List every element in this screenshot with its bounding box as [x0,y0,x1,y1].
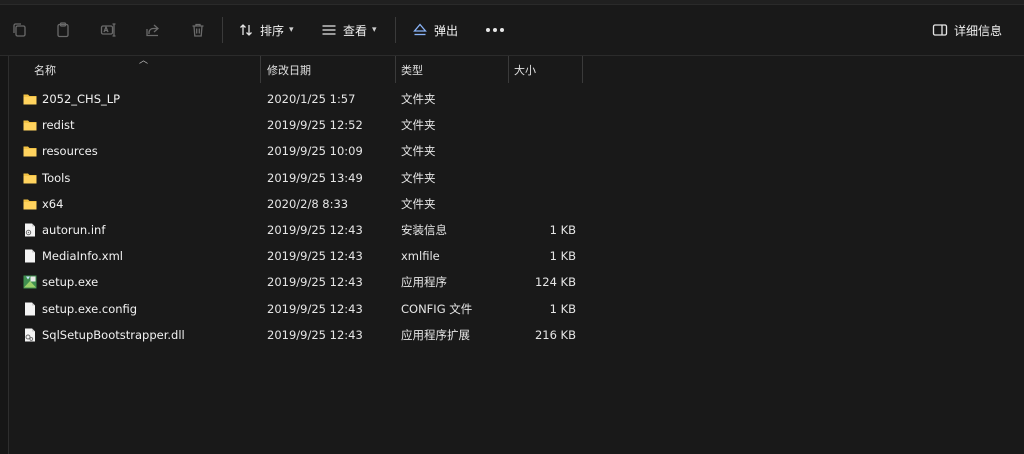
file-date: 2020/2/8 8:33 [267,196,349,211]
file-type: 文件夹 [401,196,436,211]
installer-icon [22,274,38,290]
file-size: 1 KB [549,222,576,237]
file-name: setup.exe [42,275,99,290]
column-resize-handle[interactable] [582,56,583,83]
file-type: 安装信息 [401,222,447,237]
file-type: 应用程序 [401,275,447,290]
file-date: 2019/9/25 12:43 [267,222,363,237]
file-name: 2052_CHS_LP [42,92,121,106]
file-size: 1 KB [549,249,576,264]
file-date: 2019/9/25 12:43 [267,301,363,316]
file-date: 2019/9/25 10:09 [267,144,363,159]
view-button-label: 查看 [343,23,368,38]
file-size: 216 KB [534,327,576,342]
file-name: SqlSetupBootstrapper.dll [42,327,185,342]
sort-icon [240,24,252,36]
file-size [509,112,576,138]
file-name: redist [42,118,75,133]
details-pane-icon [932,24,948,36]
eject-button-label: 弹出 [434,23,459,38]
column-resize-handle[interactable] [260,56,261,83]
eject-button[interactable]: 弹出 [412,18,458,42]
copy-icon[interactable] [8,19,30,41]
column-header-row: ︿ 名称 修改日期 类型 大小 [9,56,1024,83]
more-options-icon[interactable] [486,18,504,42]
table-row[interactable]: SqlSetupBootstrapper.dll 2019/9/25 12:43… [9,322,1024,348]
column-resize-handle[interactable] [395,56,396,83]
file-size [509,86,576,112]
file-list: 2052_CHS_LP 2020/1/25 1:57 文件夹 redist 20… [9,86,1024,348]
details-pane-button[interactable]: 详细信息 [932,18,1002,42]
document-icon [22,301,38,317]
table-row[interactable]: setup.exe.config 2019/9/25 12:43 CONFIG … [9,296,1024,322]
file-type: 文件夹 [401,118,436,133]
file-name: resources [42,144,98,159]
folder-icon [22,196,38,212]
file-size [509,165,576,191]
table-row[interactable]: autorun.inf 2019/9/25 12:43 安装信息 1 KB [9,217,1024,243]
file-name: setup.exe.config [42,301,138,316]
eject-icon [413,23,427,36]
table-row[interactable]: resources 2019/9/25 10:09 文件夹 [9,138,1024,164]
settings-file-icon [22,222,38,238]
chevron-down-icon: ▾ [372,25,377,35]
document-icon [22,248,38,264]
table-row[interactable]: Tools 2019/9/25 13:49 文件夹 [9,165,1024,191]
file-name: x64 [42,196,64,211]
file-type: xmlfile [401,249,440,264]
folder-icon [22,170,38,186]
file-size [509,191,576,217]
column-header-name[interactable]: 名称 [34,56,56,83]
chevron-down-icon: ▾ [289,25,294,35]
sort-ascending-icon: ︿ [139,56,149,66]
file-type: 文件夹 [401,92,436,106]
toolbar-separator [395,17,396,43]
navigation-pane-edge [0,56,9,454]
file-type: CONFIG 文件 [401,301,473,316]
file-date: 2019/9/25 13:49 [267,170,363,185]
file-name: Tools [42,170,71,185]
table-row[interactable]: x64 2020/2/8 8:33 文件夹 [9,191,1024,217]
column-resize-handle[interactable] [508,56,509,83]
folder-icon [22,117,38,133]
file-date: 2019/9/25 12:43 [267,275,363,290]
column-header-size[interactable]: 大小 [514,56,536,83]
dll-file-icon [22,327,38,343]
view-button[interactable]: 查看 ▾ [321,18,377,42]
column-header-type[interactable]: 类型 [401,56,423,83]
details-pane-label: 详细信息 [954,23,1003,38]
file-size: 124 KB [534,275,576,290]
delete-icon[interactable] [187,19,209,41]
table-row[interactable]: 2052_CHS_LP 2020/1/25 1:57 文件夹 [9,86,1024,112]
file-name: MediaInfo.xml [42,249,123,264]
column-header-date[interactable]: 修改日期 [267,56,311,83]
sort-button-label: 排序 [260,23,285,38]
file-size [509,138,576,164]
folder-icon [22,91,38,107]
command-bar: 排序 ▾ 查看 ▾ 弹出 详细信息 [0,5,1024,56]
file-date: 2019/9/25 12:43 [267,249,363,264]
sort-button[interactable]: 排序 ▾ [238,18,294,42]
file-name: autorun.inf [42,222,106,237]
file-date: 2020/1/25 1:57 [267,92,356,106]
file-date: 2019/9/25 12:52 [267,118,363,133]
folder-icon [22,143,38,159]
file-date: 2019/9/25 12:43 [267,327,363,342]
table-row[interactable]: setup.exe 2019/9/25 12:43 应用程序 124 KB [9,269,1024,295]
file-type: 文件夹 [401,170,436,185]
file-type: 应用程序扩展 [401,327,470,342]
file-explorer-window: 排序 ▾ 查看 ▾ 弹出 详细信息 ︿ 名称 修改日期 类型 大小 2052_C… [0,0,1024,454]
toolbar-separator [222,17,223,43]
rename-icon[interactable] [97,19,119,41]
file-type: 文件夹 [401,144,436,159]
share-icon[interactable] [142,19,164,41]
paste-icon[interactable] [52,19,74,41]
file-size: 1 KB [549,301,576,316]
table-row[interactable]: redist 2019/9/25 12:52 文件夹 [9,112,1024,138]
table-row[interactable]: MediaInfo.xml 2019/9/25 12:43 xmlfile 1 … [9,243,1024,269]
view-list-icon [322,25,336,35]
